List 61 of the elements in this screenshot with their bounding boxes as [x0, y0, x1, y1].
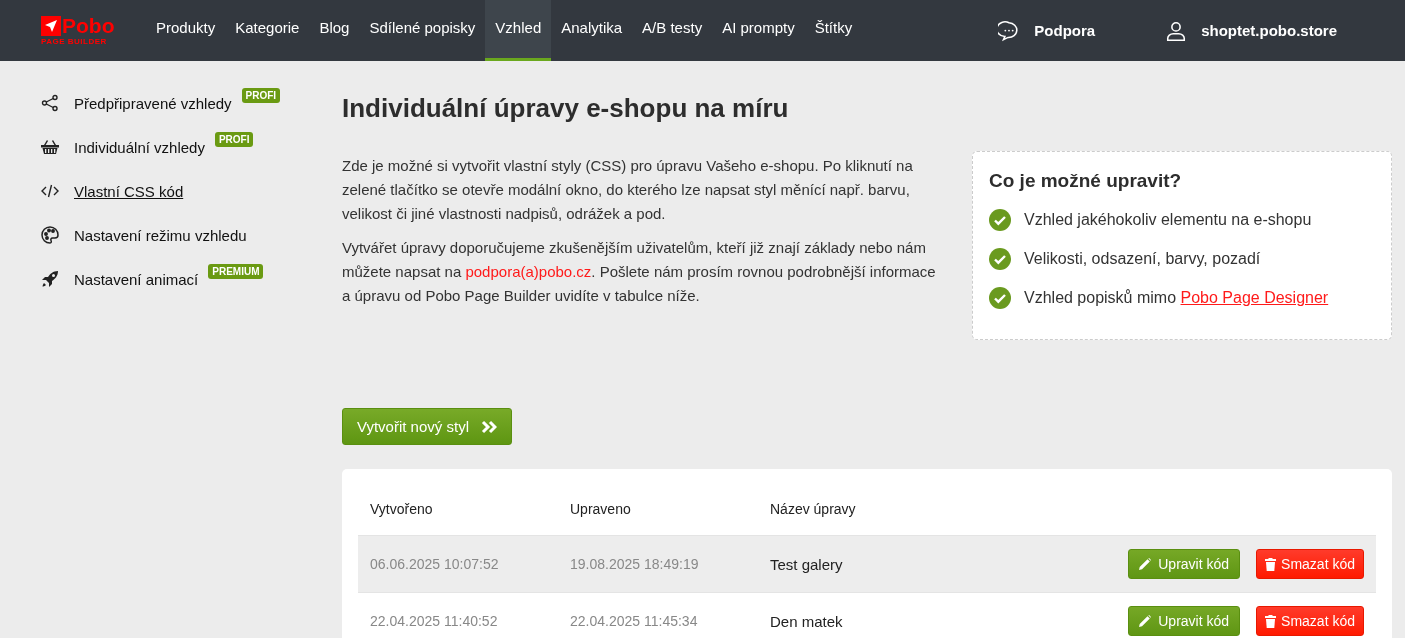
recommendation-paragraph: Vytvářet úpravy doporučujeme zkušenějším uživatelům, kteří již znají základy nebo nám můžete napsat na podpora(a)pobo.cz. Pošlete nám prosím rovnou podrobnější informace a úpravu od Pobo Page Builder uvidíte v tabulce níže. — [342, 238, 937, 306]
chat-bubble-icon — [998, 19, 1021, 42]
delete-code-button[interactable]: Smazat kód — [1256, 606, 1364, 636]
palette-icon — [41, 226, 59, 244]
table-cell-text: 22.04.2025 11:45:34 — [570, 613, 699, 629]
trash-icon — [1265, 557, 1277, 571]
plan-badge: PROFI — [214, 131, 254, 147]
nav-tab[interactable]: AI prompty — [712, 0, 805, 61]
table-cell-text: 06.06.2025 10:07:52 — [370, 556, 500, 572]
sidebar-item-label[interactable]: Nastavení režimu vzhledu — [74, 226, 247, 244]
plan-badge: PROFI — [241, 87, 281, 103]
nav-tab[interactable]: Blog — [309, 0, 360, 61]
sidebar-item-label[interactable]: Nastavení animací — [74, 270, 199, 288]
support-link[interactable]: Podpora — [998, 19, 1096, 42]
column-header: Název úpravy — [770, 501, 857, 517]
rocket-icon — [41, 270, 59, 288]
nav-tab[interactable]: Vzhled — [485, 0, 552, 61]
sidebar-item-label[interactable]: Předpřipravené vzhledy — [74, 94, 232, 112]
feature-text: Vzhled popisků mimo Pobo Page Designer — [1024, 289, 1329, 307]
user-icon — [1165, 19, 1188, 42]
sidebar-item[interactable]: Nastavení animací PREMIUM — [41, 257, 342, 301]
designer-link[interactable]: Pobo Page Designer — [1180, 289, 1329, 306]
sidebar-item[interactable]: Předpřipravené vzhledy PROFI — [41, 81, 342, 125]
trash-icon — [1265, 614, 1277, 628]
check-circle-icon — [989, 287, 1011, 309]
sidebar-item[interactable]: Individuální vzhledy PROFI — [41, 125, 342, 169]
plan-badge: PREMIUM — [208, 263, 264, 279]
nav-tab[interactable]: A/B testy — [632, 0, 713, 61]
nav-tab[interactable]: Analytika — [551, 0, 633, 61]
nav-tab[interactable]: Sdílené popisky — [359, 0, 486, 61]
code-icon — [41, 184, 59, 198]
delete-code-button[interactable]: Smazat kód — [1256, 549, 1364, 579]
sidebar-item[interactable]: Vlastní CSS kód — [41, 169, 342, 213]
share-icon — [41, 94, 59, 112]
nav-tab[interactable]: Produkty — [146, 0, 226, 61]
column-header: Vytvořeno — [370, 501, 434, 517]
table-cell-text: Test galery — [770, 555, 844, 573]
page-title: Individuální úpravy e-shopu na míru — [342, 93, 790, 124]
double-chevron-icon — [481, 419, 497, 434]
nav-tab[interactable]: Štítky — [804, 0, 863, 61]
info-card-title: Co je možné upravit? — [989, 170, 1183, 192]
check-circle-icon — [989, 209, 1011, 231]
pencil-icon — [1139, 558, 1152, 570]
check-circle-icon — [989, 248, 1011, 270]
paper-plane-icon — [41, 15, 61, 36]
table-cell-text: 19.08.2025 18:49:19 — [570, 556, 700, 572]
nav-tab[interactable]: Kategorie — [225, 0, 310, 61]
column-header: Upraveno — [570, 501, 632, 517]
basket-icon — [41, 139, 59, 155]
table-cell-text: Den matek — [770, 612, 844, 630]
feature-text: Vzhled jakéhokoliv elementu na e-shopu — [1024, 211, 1312, 229]
sidebar-item[interactable]: Nastavení režimu vzhledu — [41, 213, 342, 257]
feature-text: Velikosti, odsazení, barvy, pozadí — [1024, 250, 1261, 268]
logo-text: Pobo — [62, 15, 115, 36]
pencil-icon — [1139, 615, 1152, 627]
table-cell-text: 22.04.2025 11:40:52 — [370, 613, 499, 629]
sidebar-item-label[interactable]: Vlastní CSS kód — [74, 182, 184, 200]
logo-tagline: PAGE BUILDER — [41, 36, 108, 46]
sidebar-item-label[interactable]: Individuální vzhledy — [74, 138, 205, 156]
intro-paragraph: Zde je možné si vytvořit vlastní styly (CSS) pro úpravu Vašeho e-shopu. Po kliknutí na zelené tlačítko se otevře modální okno, do kterého lze napsat styl měnící např. barvu, velikost či jiné vlastnosti nadpisů, odrážek a pod. — [342, 156, 914, 224]
account-link[interactable]: shoptet.pobo.store — [1165, 19, 1337, 42]
